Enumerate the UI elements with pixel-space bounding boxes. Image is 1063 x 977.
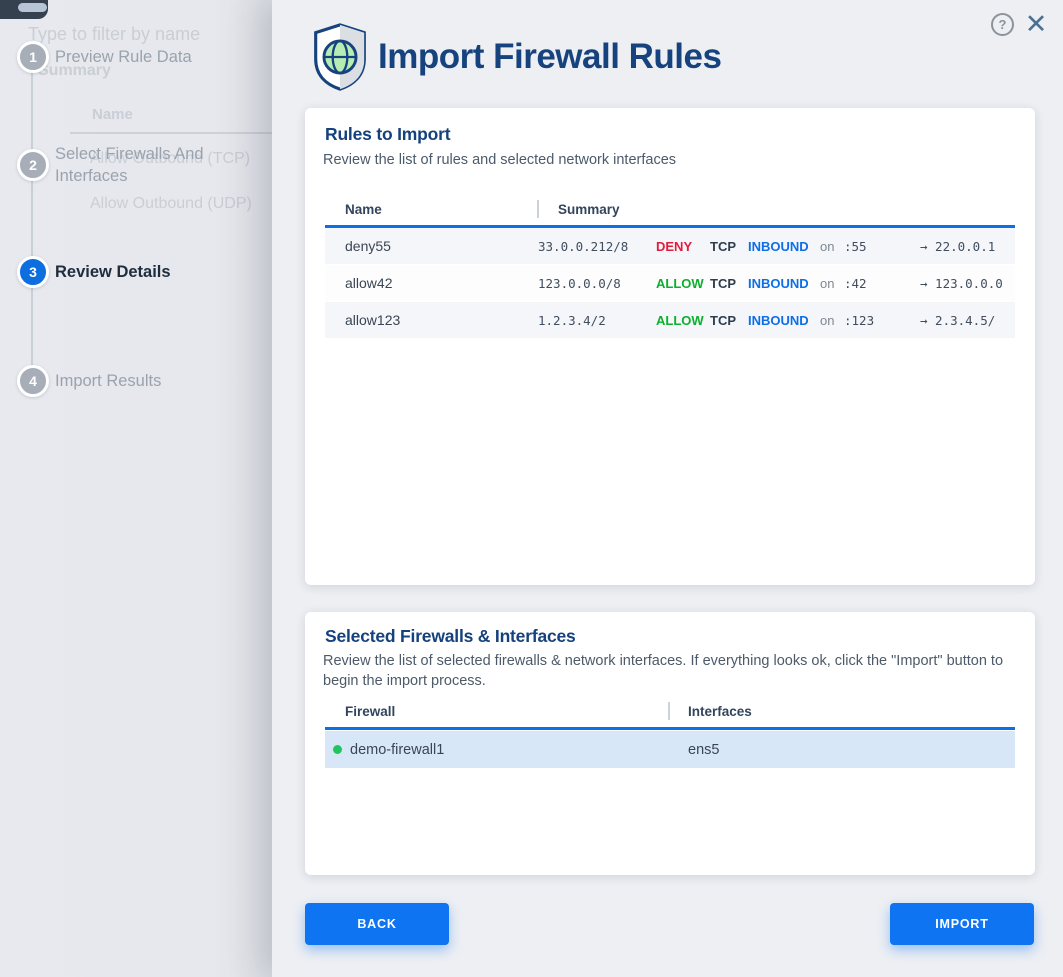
step-4-circle[interactable]: 4 bbox=[17, 365, 49, 397]
column-resize-handle[interactable] bbox=[668, 702, 670, 720]
rule-action-badge: DENY bbox=[656, 239, 710, 254]
firewalls-card: Selected Firewalls & Interfaces Review t… bbox=[305, 612, 1035, 875]
firewalls-card-title: Selected Firewalls & Interfaces bbox=[325, 626, 576, 647]
table-row[interactable]: allow123 1.2.3.4/2 ALLOW TCP INBOUND on … bbox=[325, 302, 1015, 339]
modal-backdrop: Type to filter by name Summary Name Allo… bbox=[0, 0, 272, 977]
rules-card: Rules to Import Review the list of rules… bbox=[305, 108, 1035, 585]
step-2-number: 2 bbox=[29, 157, 37, 173]
step-1-number: 1 bbox=[29, 49, 37, 65]
rule-name: allow42 bbox=[325, 275, 538, 291]
rule-on-label: on bbox=[820, 276, 844, 291]
firewall-interfaces: ens5 bbox=[688, 742, 719, 758]
rule-on-label: on bbox=[820, 239, 844, 254]
table-row[interactable]: deny55 33.0.0.212/8 DENY TCP INBOUND on … bbox=[325, 228, 1015, 265]
shield-globe-icon bbox=[308, 22, 372, 97]
step-3-circle[interactable]: 3 bbox=[17, 256, 49, 288]
ghost-filter-placeholder: Type to filter by name bbox=[28, 24, 200, 45]
column-resize-handle[interactable] bbox=[537, 200, 539, 218]
column-header-summary[interactable]: Summary bbox=[558, 202, 620, 217]
rule-name: deny55 bbox=[325, 238, 538, 254]
table-row[interactable]: allow42 123.0.0.0/8 ALLOW TCP INBOUND on… bbox=[325, 265, 1015, 302]
column-header-firewall[interactable]: Firewall bbox=[345, 704, 395, 719]
rules-table-body: deny55 33.0.0.212/8 DENY TCP INBOUND on … bbox=[325, 228, 1015, 339]
rule-summary: 1.2.3.4/2 ALLOW TCP INBOUND on :123 → 2.… bbox=[538, 313, 1015, 328]
rule-port: :55 bbox=[844, 239, 890, 254]
step-1-circle[interactable]: 1 bbox=[17, 41, 49, 73]
table-header-rule bbox=[325, 727, 1015, 730]
firewalls-card-subtitle: Review the list of selected firewalls & … bbox=[323, 652, 1023, 691]
help-icon[interactable]: ? bbox=[991, 13, 1014, 36]
rule-summary: 33.0.0.212/8 DENY TCP INBOUND on :55 → 2… bbox=[538, 239, 1015, 254]
rule-name: allow123 bbox=[325, 312, 538, 328]
ghost-divider bbox=[70, 132, 272, 134]
status-dot-icon bbox=[333, 745, 342, 754]
rule-direction: INBOUND bbox=[748, 239, 820, 254]
page-title: Import Firewall Rules bbox=[378, 37, 721, 77]
column-header-interfaces[interactable]: Interfaces bbox=[688, 704, 752, 719]
import-button[interactable]: IMPORT bbox=[890, 903, 1034, 945]
step-1-label[interactable]: Preview Rule Data bbox=[55, 46, 260, 68]
rule-port: :123 bbox=[844, 313, 890, 328]
rule-action-badge: ALLOW bbox=[656, 276, 710, 291]
firewall-name: demo-firewall1 bbox=[350, 742, 688, 758]
underlying-page-corner bbox=[0, 0, 48, 19]
rule-on-label: on bbox=[820, 313, 844, 328]
rules-card-title: Rules to Import bbox=[325, 124, 450, 145]
ghost-rule-udp: Allow Outbound (UDP) bbox=[90, 195, 252, 213]
rule-summary: 123.0.0.0/8 ALLOW TCP INBOUND on :42 → 1… bbox=[538, 276, 1015, 291]
rule-destination: → 2.3.4.5/ bbox=[920, 313, 995, 328]
firewall-row[interactable]: demo-firewall1 ens5 bbox=[325, 731, 1015, 768]
step-2-label[interactable]: Select Firewalls And Interfaces bbox=[55, 143, 260, 187]
import-wizard-panel: ? ✕ Import Firewall Rules Rules to Impor… bbox=[272, 0, 1063, 977]
stepper-connector bbox=[31, 57, 33, 381]
rule-protocol: TCP bbox=[710, 239, 748, 254]
rule-direction: INBOUND bbox=[748, 313, 820, 328]
column-header-name[interactable]: Name bbox=[345, 202, 382, 217]
rule-source: 1.2.3.4/2 bbox=[538, 313, 656, 328]
step-4-number: 4 bbox=[29, 373, 37, 389]
rule-protocol: TCP bbox=[710, 276, 748, 291]
step-3-label[interactable]: Review Details bbox=[55, 261, 260, 283]
ghost-name-label: Name bbox=[92, 106, 133, 123]
rule-action-badge: ALLOW bbox=[656, 313, 710, 328]
close-icon[interactable]: ✕ bbox=[1021, 9, 1051, 39]
rule-source: 33.0.0.212/8 bbox=[538, 239, 656, 254]
step-4-label[interactable]: Import Results bbox=[55, 370, 260, 392]
underlying-page-button bbox=[18, 3, 47, 12]
back-button[interactable]: BACK bbox=[305, 903, 449, 945]
step-3-number: 3 bbox=[29, 264, 37, 280]
rule-destination: → 22.0.0.1 bbox=[920, 239, 995, 254]
step-2-circle[interactable]: 2 bbox=[17, 149, 49, 181]
rule-port: :42 bbox=[844, 276, 890, 291]
rule-destination: → 123.0.0.0 bbox=[920, 276, 1003, 291]
rule-source: 123.0.0.0/8 bbox=[538, 276, 656, 291]
rules-card-subtitle: Review the list of rules and selected ne… bbox=[323, 151, 676, 171]
rule-direction: INBOUND bbox=[748, 276, 820, 291]
rule-protocol: TCP bbox=[710, 313, 748, 328]
